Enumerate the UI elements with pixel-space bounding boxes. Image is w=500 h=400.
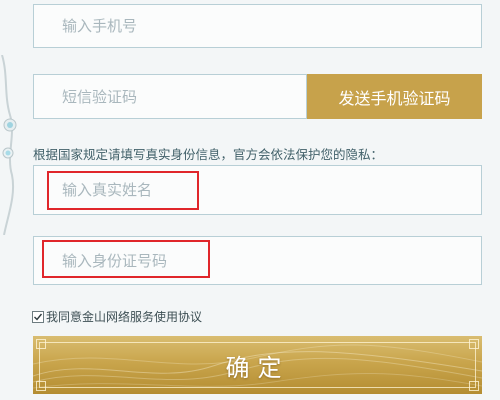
real-name-field[interactable] [33, 165, 482, 215]
sms-code-field[interactable] [33, 74, 307, 119]
send-code-button[interactable]: 发送手机验证码 [307, 74, 482, 119]
id-number-field[interactable] [33, 236, 482, 285]
real-name-input[interactable] [34, 166, 481, 214]
checkmark-icon [34, 313, 43, 321]
phone-field[interactable] [33, 4, 482, 48]
ornament-icon [1, 55, 17, 235]
sms-code-input[interactable] [34, 75, 306, 118]
agreement-checkbox[interactable] [32, 310, 44, 323]
confirm-label: 确定 [225, 353, 290, 382]
agreement-row: 我同意金山网络服务使用协议 [32, 308, 202, 325]
confirm-button[interactable]: 确定 [33, 336, 482, 394]
id-number-input[interactable] [34, 237, 481, 284]
identity-notice: 根据国家规定请填写真实身份信息，官方会依法保护您的隐私： [33, 147, 384, 162]
phone-input[interactable] [34, 5, 481, 47]
agreement-label[interactable]: 我同意金山网络服务使用协议 [46, 308, 202, 325]
